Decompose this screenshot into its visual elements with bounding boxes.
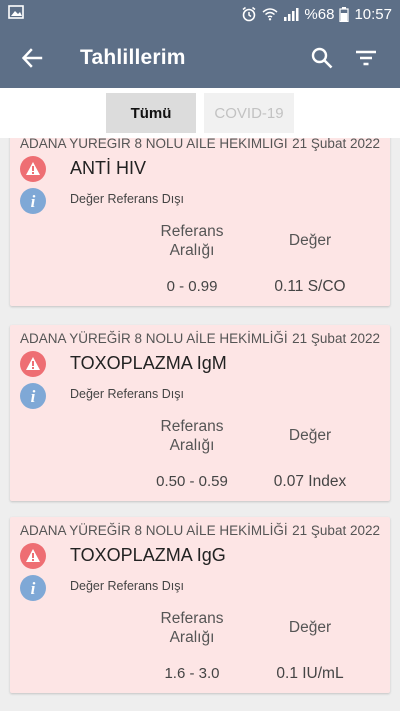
signal-icon (283, 7, 299, 21)
reference-range-value: 1.6 - 3.0 (164, 665, 220, 682)
svg-text:i: i (31, 387, 36, 406)
battery-icon (339, 6, 350, 22)
card-header: ADANA YÜREĞİR 8 NOLU AİLE HEKİMLİĞİ 21 Ş… (20, 138, 380, 151)
status-text: Değer Referans Dışı (70, 579, 184, 593)
info-icon[interactable]: i (20, 575, 46, 601)
image-icon (8, 5, 24, 23)
result-card[interactable]: ADANA YÜREĞİR 8 NOLU AİLE HEKİMLİĞİ 21 Ş… (10, 138, 390, 306)
alarm-icon (241, 6, 257, 22)
reference-range-label: Referans Aralığı (160, 610, 224, 647)
warning-icon (20, 351, 46, 377)
institution-name: ADANA YÜREĞİR 8 NOLU AİLE HEKİMLİĞİ (20, 138, 288, 151)
clock: 10:57 (354, 5, 392, 23)
wifi-icon (262, 7, 278, 21)
value-label: Değer (288, 619, 332, 636)
filter-icon (356, 50, 376, 66)
result-value: 0.1 IU/mL (276, 665, 344, 682)
result-date: 21 Şubat 2022 (292, 138, 380, 151)
app-bar: Tahlillerim (0, 28, 400, 88)
reference-range-value: 0 - 0.99 (166, 278, 218, 295)
battery-level: %68 (304, 5, 335, 23)
test-name: ANTİ HIV (70, 158, 147, 178)
info-icon[interactable]: i (20, 383, 46, 409)
warning-icon (20, 543, 46, 569)
value-label: Değer (288, 232, 332, 249)
warning-icon (20, 156, 46, 182)
result-value: 0.11 S/CO (274, 278, 346, 295)
back-arrow-icon (21, 48, 43, 68)
reference-range-label: Referans Aralığı (160, 223, 224, 260)
reference-range-value: 0.50 - 0.59 (156, 473, 228, 490)
filter-button[interactable] (344, 36, 388, 80)
svg-text:i: i (31, 192, 36, 211)
institution-name: ADANA YÜREĞİR 8 NOLU AİLE HEKİMLİĞİ (20, 331, 288, 346)
card-header: ADANA YÜREĞİR 8 NOLU AİLE HEKİMLİĞİ 21 Ş… (20, 523, 380, 538)
search-button[interactable] (300, 36, 344, 80)
result-date: 21 Şubat 2022 (292, 523, 380, 538)
card-header: ADANA YÜREĞİR 8 NOLU AİLE HEKİMLİĞİ 21 Ş… (20, 331, 380, 346)
tab-covid-19[interactable]: COVID-19 (204, 93, 294, 133)
result-card[interactable]: ADANA YÜREĞİR 8 NOLU AİLE HEKİMLİĞİ 21 Ş… (10, 325, 390, 501)
status-bar: %68 10:57 (0, 0, 400, 28)
tab-all[interactable]: Tümü (106, 93, 196, 133)
svg-text:i: i (31, 579, 36, 598)
results-list[interactable]: ADANA YÜREĞİR 8 NOLU AİLE HEKİMLİĞİ 21 Ş… (0, 138, 400, 711)
institution-name: ADANA YÜREĞİR 8 NOLU AİLE HEKİMLİĞİ (20, 523, 288, 538)
search-icon (311, 47, 333, 69)
result-card[interactable]: ADANA YÜREĞİR 8 NOLU AİLE HEKİMLİĞİ 21 Ş… (10, 517, 390, 693)
test-name: TOXOPLAZMA IgG (70, 545, 226, 565)
result-date: 21 Şubat 2022 (292, 331, 380, 346)
back-button[interactable] (20, 46, 44, 70)
page-title: Tahlillerim (80, 46, 186, 69)
status-text: Değer Referans Dışı (70, 387, 184, 401)
info-icon[interactable]: i (20, 188, 46, 214)
status-text: Değer Referans Dışı (70, 192, 184, 206)
reference-range-label: Referans Aralığı (160, 418, 224, 455)
test-name: TOXOPLAZMA IgM (70, 353, 227, 373)
result-value: 0.07 Index (273, 473, 347, 490)
value-label: Değer (288, 427, 332, 444)
filter-tabs: Tümü COVID-19 (0, 88, 400, 138)
